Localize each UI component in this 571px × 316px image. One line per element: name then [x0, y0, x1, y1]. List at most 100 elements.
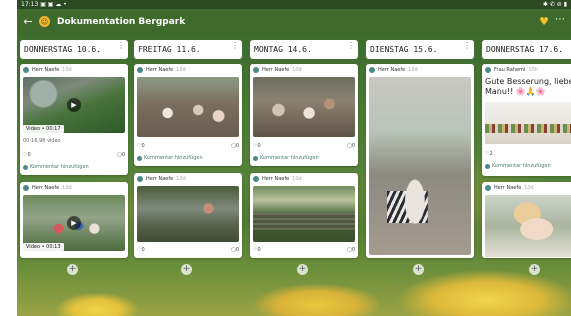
play-icon[interactable]: ▶ [67, 98, 81, 112]
like-count: 0 [141, 247, 145, 253]
column-header: DONNERSTAG 17.6.⋮ [482, 40, 571, 59]
post-actions: ♡0 ▢0 [253, 143, 355, 149]
post-card[interactable]: Herr Naefe10d ⋮ ▶ Video • 00:17 00:16.98… [20, 64, 128, 175]
more-options-icon[interactable]: ⋯ [555, 14, 565, 25]
back-arrow-icon[interactable]: ← [21, 15, 35, 29]
column-donnerstag-17: DONNERSTAG 17.6.⋮ [482, 40, 571, 59]
post-card[interactable]: Herr Naefe10d ⋮ ♡0 ▢0 Kommentar hinzufüg… [250, 64, 358, 166]
post-age: 10d [524, 185, 534, 191]
photo[interactable] [137, 186, 239, 242]
column-menu-icon[interactable]: ⋮ [463, 40, 471, 52]
add-comment-label: Kommentar hinzufügen [492, 163, 551, 169]
comment-button[interactable]: ▢0 [117, 152, 125, 158]
author-name: Herr Naefe [32, 185, 60, 191]
post-card[interactable]: Herr Naefe 10d [482, 182, 571, 258]
board-logo-icon: ☺ [39, 16, 50, 27]
post-card[interactable]: Herr Naefe10d ⋮ [366, 64, 474, 258]
add-post-button[interactable]: + [67, 264, 78, 275]
avatar [137, 155, 142, 161]
avatar [23, 164, 28, 170]
avatar [485, 67, 491, 73]
column-freitag-11: FREITAG 11.6. ⋮ [134, 40, 242, 59]
like-button[interactable]: ♡0 [137, 247, 145, 253]
avatar [23, 185, 29, 191]
avatar [137, 176, 143, 182]
post-author: Herr Naefe 10d [482, 182, 571, 194]
column-title: DIENSTAG 15.6. [370, 45, 438, 54]
photo[interactable] [485, 195, 571, 257]
column-menu-icon[interactable]: ⋮ [117, 40, 125, 52]
photo[interactable] [253, 186, 355, 242]
post-card[interactable]: Herr Naefe10d ⋮ ♡0 ▢0 Kommentar hinzufüg… [134, 64, 242, 166]
post-card[interactable]: Herr Naefe10d ⋮ ♡0 ▢0 [134, 173, 242, 258]
like-button[interactable]: ♡0 [253, 247, 261, 253]
comment-button[interactable]: ▢0 [231, 143, 239, 149]
avatar [137, 67, 143, 73]
add-comment[interactable]: Kommentar hinzufügen [23, 164, 89, 170]
author-name: Herr Naefe [494, 185, 522, 191]
column-header: DONNERSTAG 10.6. ⋮ [20, 40, 128, 59]
photo[interactable] [485, 102, 571, 144]
status-time: 17:13 [21, 1, 39, 8]
like-button[interactable]: ♡2 [485, 151, 493, 157]
like-count: 0 [141, 143, 145, 149]
add-post-button[interactable]: + [181, 264, 192, 275]
add-comment[interactable]: Kommentar hinzufügen [253, 155, 319, 161]
like-count: 0 [257, 247, 261, 253]
comment-button[interactable]: ▢0 [347, 247, 355, 253]
post-age: 10d [292, 176, 302, 182]
video-duration-badge: Video • 00:17 [23, 125, 64, 133]
avatar [485, 185, 491, 191]
video-meta: 00:16.98 video [23, 138, 61, 144]
post-actions: ♡0 ▢0 [137, 143, 239, 149]
like-button[interactable]: ♡0 [253, 143, 261, 149]
like-button[interactable]: ♡0 [23, 152, 31, 158]
column-menu-icon[interactable]: ⋮ [231, 40, 239, 52]
post-age: 10d [62, 185, 72, 191]
add-comment-label: Kommentar hinzufügen [144, 155, 203, 161]
add-post-button[interactable]: + [413, 264, 424, 275]
add-post-button[interactable]: + [297, 264, 308, 275]
avatar [485, 163, 490, 169]
photo[interactable] [369, 77, 471, 255]
comment-count: 0 [351, 143, 355, 149]
photo[interactable] [253, 77, 355, 137]
photo[interactable] [137, 77, 239, 137]
status-bar: 17:13 ▣ ▣ ☁ • ✱ ✆ ⊘ ▮ [17, 0, 571, 9]
post-card[interactable]: Herr Naefe10d ⋮ ▶ Video • 00:13 [20, 182, 128, 258]
comment-button[interactable]: ▢0 [231, 247, 239, 253]
post-author: Herr Naefe 10d [134, 173, 242, 185]
column-header: FREITAG 11.6. ⋮ [134, 40, 242, 59]
post-actions: ♡0 ▢0 [137, 247, 239, 253]
heart-icon[interactable]: ♥ [539, 15, 549, 28]
post-card[interactable]: Frau Rahemi 10h Gute Besserung, lieber Ma… [482, 64, 571, 176]
column-title: MONTAG 14.6. [254, 45, 312, 54]
column-header: MONTAG 14.6. ⋮ [250, 40, 358, 59]
column-donnerstag-10: DONNERSTAG 10.6. ⋮ [20, 40, 128, 59]
author-name: Frau Rahemi [494, 67, 526, 73]
post-author: Herr Naefe 10d [250, 173, 358, 185]
comment-button[interactable]: ▢0 [347, 143, 355, 149]
column-menu-icon[interactable]: ⋮ [347, 40, 355, 52]
post-age: 10d [292, 67, 302, 73]
column-montag-14: MONTAG 14.6. ⋮ [250, 40, 358, 59]
add-comment[interactable]: Kommentar hinzufügen [485, 163, 551, 169]
post-author: Herr Naefe 10d [250, 64, 358, 76]
like-button[interactable]: ♡0 [137, 143, 145, 149]
play-icon[interactable]: ▶ [67, 216, 81, 230]
post-author: Herr Naefe 10d [366, 64, 474, 76]
add-comment[interactable]: Kommentar hinzufügen [137, 155, 203, 161]
avatar [253, 176, 259, 182]
column-title: FREITAG 11.6. [138, 45, 201, 54]
post-age: 10h [528, 67, 538, 73]
author-name: Herr Naefe [146, 176, 174, 182]
add-post-button[interactable]: + [529, 264, 540, 275]
author-name: Herr Naefe [146, 67, 174, 73]
app-screen: 17:13 ▣ ▣ ☁ • ✱ ✆ ⊘ ▮ ← ☺ Dokumentation … [17, 0, 571, 316]
column-title: DONNERSTAG 17.6. [486, 45, 564, 54]
add-comment-label: Kommentar hinzufügen [30, 164, 89, 170]
comment-count: 0 [351, 247, 355, 253]
post-text: Gute Besserung, lieber Manu!! 🌸🙏🌸 [485, 77, 571, 96]
column-header: DIENSTAG 15.6. ⋮ [366, 40, 474, 59]
post-card[interactable]: Herr Naefe10d ⋮ ♡0 ▢0 [250, 173, 358, 258]
